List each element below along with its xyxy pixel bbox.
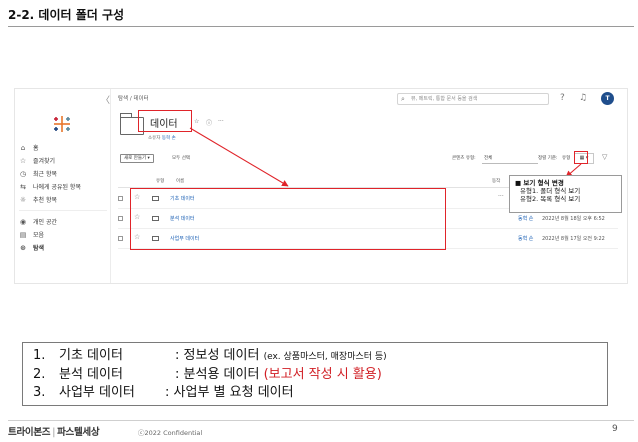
note-number: 2. (33, 367, 46, 382)
highlight-folder-rows (130, 188, 446, 250)
note-desc: 정보성 데이터 (183, 348, 260, 363)
sidebar-divider (19, 210, 107, 211)
column-header-type[interactable]: 유형 (156, 178, 164, 184)
row-checkbox[interactable] (118, 196, 123, 201)
sidebar-item-favorites[interactable]: ☆ 즐겨찾기 (19, 156, 56, 166)
sidebar-item-label: 개인 공간 (33, 219, 57, 226)
note-separator: : (165, 385, 170, 400)
row-owner-link[interactable]: 동혁 손 (518, 215, 533, 222)
filter-icon[interactable]: ▽ (602, 153, 607, 161)
content-type-underline (482, 163, 538, 164)
row-checkbox[interactable] (118, 236, 123, 241)
bell-icon[interactable]: ♫ (579, 93, 587, 103)
owner-line: 소유자 동혁 손 (148, 135, 176, 141)
column-header-actions: 동작 (492, 179, 501, 184)
sidebar-item-label: 추천 항목 (33, 197, 57, 204)
note-label: 사업부 데이터 (59, 385, 135, 400)
highlight-page-title (138, 110, 192, 132)
brand-logo-2: 파스텔세상 (57, 427, 100, 438)
sidebar-item-label: 모음 (33, 232, 45, 239)
owner-label: 소유자 (148, 136, 161, 141)
collapse-sidebar-icon[interactable]: 〈 (101, 93, 110, 106)
footer-divider (8, 420, 634, 421)
lightbulb-icon: ☼ (19, 195, 27, 204)
help-icon[interactable]: ? (560, 93, 565, 103)
note-box: 1. 기초 데이터: 정보성 데이터 (ex. 상품마스터, 매장마스터 등) 2… (22, 342, 608, 406)
note-extra: (ex. 상품마스터, 매장마스터 등) (263, 352, 387, 362)
content-type-label: 콘텐츠 유형: (452, 156, 476, 161)
note-desc: 분석용 데이터 (183, 367, 260, 382)
sidebar-item-label: 최근 항목 (33, 171, 57, 178)
note-item: 2. 분석 데이터: 분석용 데이터 (보고서 작성 시 활용) (33, 366, 607, 384)
sidebar-item-label: 즐겨찾기 (33, 158, 56, 165)
star-icon: ☆ (19, 156, 27, 165)
search-placeholder: 뷰, 메트릭, 통합 문서 등을 검색 (411, 96, 478, 102)
view-format-tooltip: ■ 보기 형식 변경 유형1. 폴더 형식 보기 유형2. 목록 형식 보기 (509, 175, 622, 213)
title-divider (8, 26, 634, 27)
note-separator: : (175, 348, 180, 363)
sidebar: 〈 ⌂ 홈 ☆ 즐겨찾기 ◷ 최근 항목 ⇆ 나에게 공유된 항목 ☼ 추천 항목 ◉ 개인… (15, 89, 111, 283)
sidebar-item-home[interactable]: ⌂ 홈 (19, 143, 39, 153)
tableau-logo-icon (54, 116, 70, 132)
sidebar-item-personal[interactable]: ◉ 개인 공간 (19, 217, 57, 227)
sidebar-item-label: 나에게 공유된 항목 (33, 184, 81, 191)
page-number: 9 (612, 424, 618, 434)
avatar[interactable]: T (601, 92, 614, 105)
breadcrumb[interactable]: 탐색 / 데이터 (118, 94, 149, 102)
share-icon: ⇆ (20, 182, 26, 191)
note-label: 기초 데이터 (59, 348, 123, 363)
sidebar-item-recommended[interactable]: ☼ 추천 항목 (19, 195, 57, 205)
clock-icon: ◷ (19, 169, 27, 178)
row-checkbox[interactable] (118, 216, 123, 221)
search-icon: ⌕ (401, 95, 405, 103)
sidebar-item-recent[interactable]: ◷ 최근 항목 (19, 169, 57, 179)
select-all-button[interactable]: 모두 선택 (172, 155, 190, 161)
note-item: 1. 기초 데이터: 정보성 데이터 (ex. 상품마스터, 매장마스터 등) (33, 347, 607, 366)
slide-title: 2-2. 데이터 폴더 구성 (8, 8, 125, 22)
sort-label: 정렬 기준: (538, 156, 558, 161)
more-icon[interactable]: ··· (218, 118, 224, 125)
row-more-icon[interactable]: ··· (498, 193, 504, 200)
note-number: 1. (33, 348, 46, 363)
tooltip-line: 유형1. 폴더 형식 보기 (520, 187, 581, 195)
copyright: ⓒ2022 Confidential (138, 429, 203, 437)
sort-select[interactable]: 유형 (562, 155, 570, 161)
sidebar-item-label: 홈 (33, 145, 39, 152)
footer-brand: 트라이본즈 | 파스텔세상 (8, 424, 100, 438)
tooltip-line: 유형2. 목록 형식 보기 (520, 195, 581, 203)
column-header-name[interactable]: 이름 (176, 178, 184, 184)
sidebar-item-explore[interactable]: ⊛ 탐색 (19, 243, 45, 253)
tooltip-title: ■ 보기 형식 변경 (515, 179, 564, 187)
collection-icon: ▤ (19, 230, 27, 239)
brand-logo-1: 트라이본즈 (8, 427, 51, 438)
content-type-select[interactable]: 전체 (484, 155, 492, 161)
person-icon: ◉ (19, 217, 27, 226)
note-separator: : (175, 367, 180, 382)
info-icon[interactable]: ⓘ (206, 118, 212, 127)
favorite-star-icon[interactable]: ☆ (194, 118, 199, 125)
note-number: 3. (33, 385, 46, 400)
new-button[interactable]: 새로 만들기 ▾ (120, 154, 154, 163)
note-label: 분석 데이터 (59, 367, 123, 382)
sidebar-item-collections[interactable]: ▤ 모음 (19, 230, 45, 240)
sidebar-item-label: 탐색 (33, 245, 45, 252)
compass-icon: ⊛ (20, 243, 26, 252)
owner-name[interactable]: 동혁 손 (162, 136, 176, 141)
highlight-view-toggle (574, 151, 588, 164)
note-item: 3. 사업부 데이터: 사업부 별 요청 데이터 (33, 384, 607, 402)
row-modified: 2022년 8월 18일 오후 6:52 (542, 216, 605, 222)
sidebar-item-shared[interactable]: ⇆ 나에게 공유된 항목 (19, 182, 81, 192)
search-input[interactable]: ⌕ 뷰, 메트릭, 통합 문서 등을 검색 (397, 93, 549, 105)
note-desc: 사업부 별 요청 데이터 (173, 385, 294, 400)
row-owner-link[interactable]: 동혁 손 (518, 235, 533, 242)
row-modified: 2022년 8월 17일 오전 9:22 (542, 236, 605, 242)
note-emphasis: (보고서 작성 시 활용) (263, 367, 382, 382)
home-icon: ⌂ (20, 143, 26, 152)
